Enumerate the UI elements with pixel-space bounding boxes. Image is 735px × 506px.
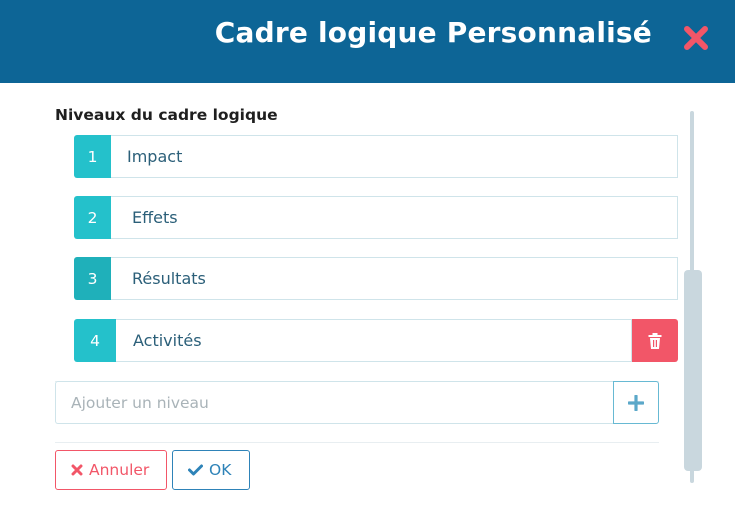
add-level-button[interactable] [613, 381, 659, 424]
level-label[interactable]: Résultats [111, 257, 678, 300]
close-icon [71, 464, 83, 476]
section-title: Niveaux du cadre logique [55, 106, 278, 124]
close-icon [684, 26, 708, 50]
divider [55, 442, 659, 443]
scrollbar-thumb[interactable] [684, 270, 702, 471]
level-row: 2 Effets [74, 196, 678, 239]
ok-button[interactable]: OK [172, 450, 250, 490]
check-icon [188, 464, 203, 476]
level-row: 3 Résultats [74, 257, 678, 300]
add-level-input[interactable] [55, 381, 614, 424]
level-label[interactable]: Impact [111, 135, 678, 178]
modal-title: Cadre logique Personnalisé [214, 16, 652, 49]
plus-icon [628, 394, 644, 411]
level-row: 4 Activités [74, 319, 678, 362]
modal-body: Niveaux du cadre logique 1 Impact 2 Effe… [0, 83, 735, 506]
level-label[interactable]: Activités [116, 319, 632, 362]
modal-header: Cadre logique Personnalisé [0, 0, 735, 83]
level-label[interactable]: Effets [111, 196, 678, 239]
level-number: 1 [74, 135, 111, 178]
cancel-button[interactable]: Annuler [55, 450, 167, 490]
trash-icon [648, 332, 662, 349]
level-number: 3 [74, 257, 111, 300]
close-button[interactable] [683, 25, 709, 51]
delete-level-button[interactable] [632, 319, 678, 362]
level-row: 1 Impact [74, 135, 678, 178]
level-number: 4 [74, 319, 116, 362]
level-number: 2 [74, 196, 111, 239]
ok-label: OK [209, 461, 232, 479]
cancel-label: Annuler [89, 461, 150, 479]
